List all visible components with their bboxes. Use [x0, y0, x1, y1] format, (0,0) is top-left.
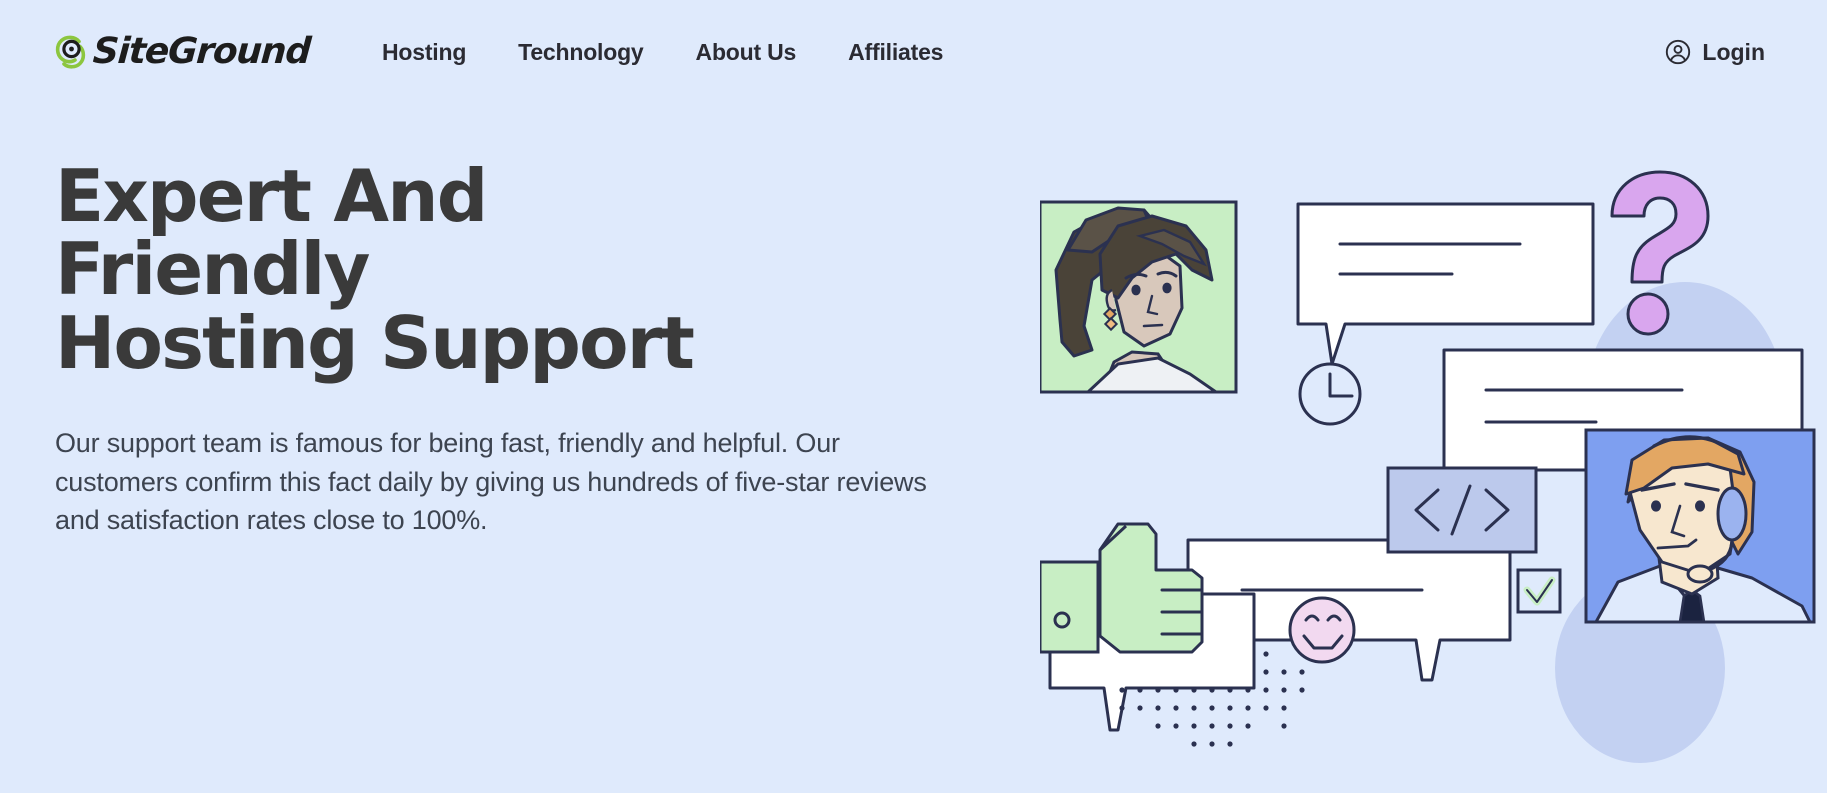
code-tag-badge	[1386, 466, 1538, 554]
hero-paragraph: Our support team is famous for being fas…	[55, 428, 927, 535]
login-button[interactable]: Login	[1665, 39, 1775, 66]
nav-item-technology[interactable]: Technology	[492, 29, 669, 76]
page-bottom-strip	[0, 793, 1827, 797]
brand-logo[interactable]: SiteGround	[55, 31, 312, 72]
main-navigation: Hosting Technology About Us Affiliates	[356, 29, 969, 76]
agent-portrait	[1584, 428, 1816, 624]
hero-section: Expert And Friendly Hosting Support Our …	[55, 159, 1015, 539]
user-circle-icon	[1665, 39, 1691, 65]
clock-icon	[1298, 362, 1362, 426]
nav-item-about-us[interactable]: About Us	[670, 29, 823, 76]
smiley-face-icon	[1288, 596, 1356, 664]
page-title: Expert And Friendly Hosting Support	[55, 159, 815, 380]
woman-portrait	[1040, 200, 1238, 394]
page-title-line-1: Expert And Friendly	[55, 154, 488, 312]
chat-bubble-top	[1296, 202, 1595, 366]
brand-name: SiteGround	[91, 31, 312, 72]
page-title-line-2: Hosting Support	[55, 300, 695, 385]
login-label: Login	[1702, 38, 1765, 65]
nav-item-hosting[interactable]: Hosting	[356, 29, 492, 76]
page-root: SiteGround Hosting Technology About Us A…	[0, 0, 1827, 797]
support-illustration	[1040, 150, 1827, 770]
thumbs-up-icon	[1040, 522, 1204, 654]
siteground-swirl-icon	[55, 34, 89, 70]
nav-item-affiliates[interactable]: Affiliates	[822, 29, 969, 76]
checkbox-check-icon	[1516, 568, 1562, 614]
site-header: SiteGround Hosting Technology About Us A…	[0, 0, 1827, 104]
